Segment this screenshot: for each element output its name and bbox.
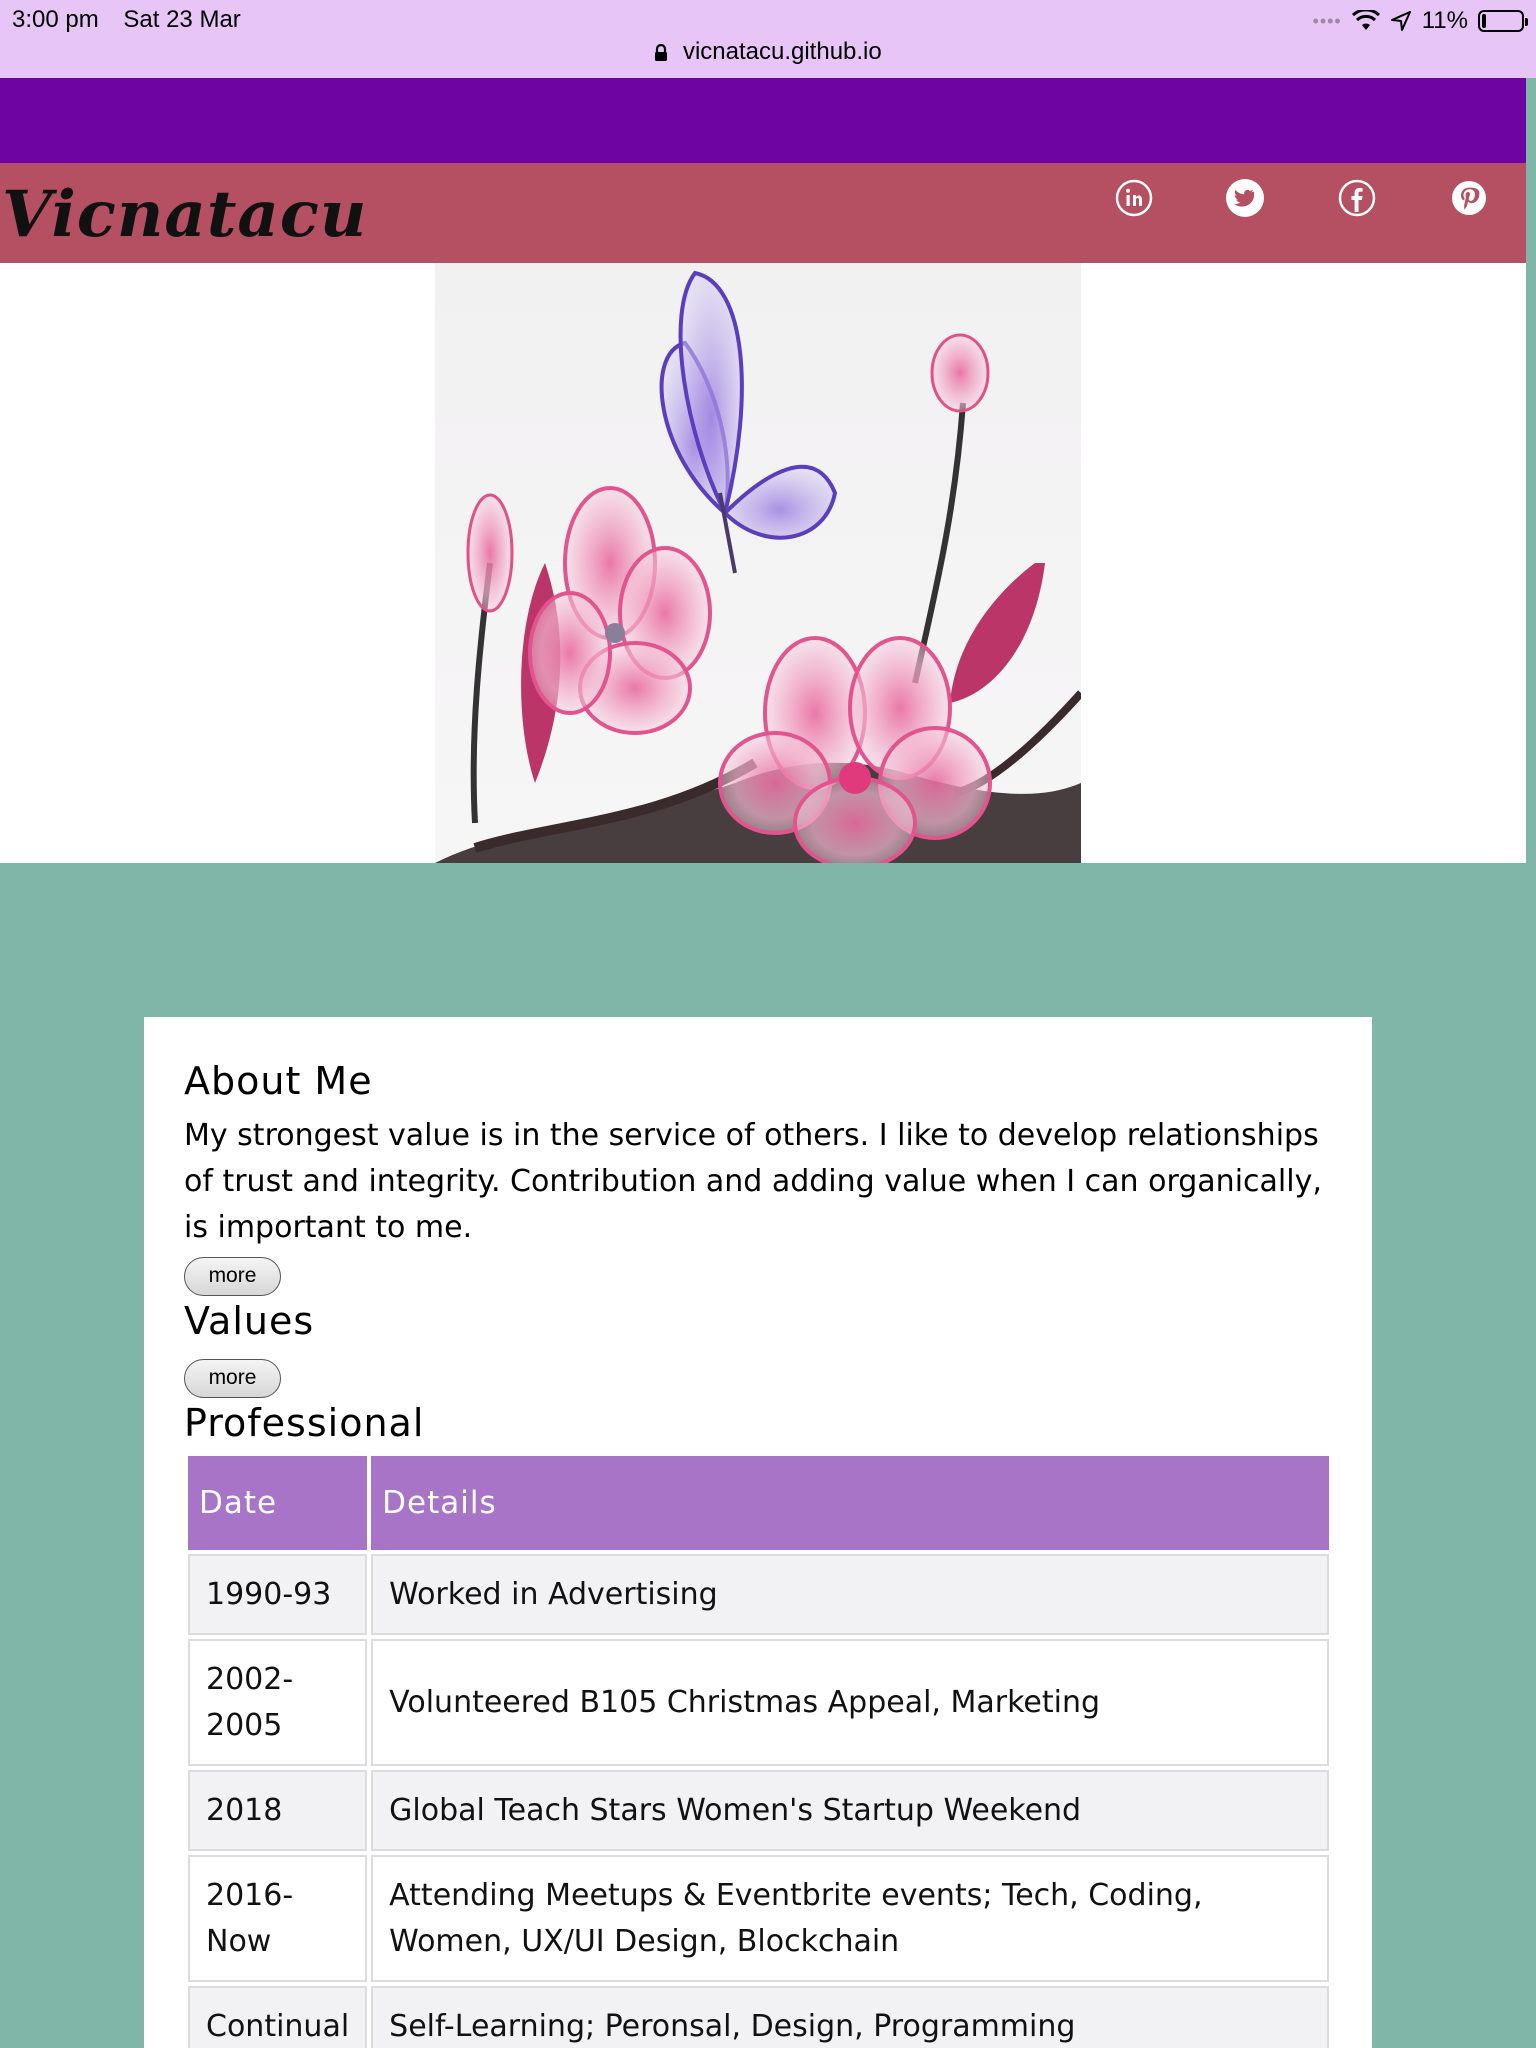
column-header-date: Date [188,1456,368,1550]
professional-table-wrap: Date Details 1990-93 Worked in Advertisi… [188,1456,1329,2048]
row-details: Worked in Advertising [371,1554,1329,1635]
about-heading: About Me [184,1059,373,1103]
right-edge-strip [1526,78,1536,2048]
hero-section [0,263,1526,863]
row-details: Volunteered B105 Christmas Appeal, Marke… [371,1639,1329,1766]
battery-percent: 11% [1421,7,1468,34]
content-card: About Me My strongest value is in the se… [144,1017,1372,2048]
wifi-icon [1351,10,1380,30]
table-row: 1990-93 Worked in Advertising [188,1554,1329,1635]
status-time-date: 3:00 pm Sat 23 Mar [12,6,259,34]
status-date: Sat 23 Mar [123,6,241,33]
top-purple-band [0,78,1526,163]
status-indicators: •••• 11% [1312,6,1528,36]
battery-icon [1478,10,1528,32]
table-row: 2002-2005 Volunteered B105 Christmas App… [188,1639,1329,1766]
professional-table: Date Details 1990-93 Worked in Advertisi… [184,1452,1333,2048]
table-header-row: Date Details [188,1456,1329,1550]
battery-level [1482,14,1487,28]
row-date: Continual [188,1986,368,2048]
about-more-button[interactable]: more [184,1257,281,1296]
professional-heading: Professional [184,1401,425,1445]
status-time: 3:00 pm [12,6,99,33]
row-date: 2016-Now [188,1855,368,1982]
site-logo[interactable]: Vicnatacu [2,177,367,252]
url-text: vicnatacu.github.io [682,38,882,65]
url-bar[interactable]: vicnatacu.github.io [0,38,1536,72]
column-header-details: Details [371,1456,1329,1550]
row-details: Global Teach Stars Women's Startup Weeke… [371,1770,1329,1851]
pinterest-icon[interactable] [1449,178,1489,218]
values-heading: Values [184,1299,315,1343]
row-details: Attending Meetups & Eventbrite events; T… [371,1855,1329,1982]
table-row: 2018 Global Teach Stars Women's Startup … [188,1770,1329,1851]
row-details: Self-Learning; Peronsal, Design, Program… [371,1986,1329,2048]
table-row: Continual Self-Learning; Peronsal, Desig… [188,1986,1329,2048]
row-date: 1990-93 [188,1554,368,1635]
status-bar: 3:00 pm Sat 23 Mar •••• 11% vicnatacu.gi… [0,0,1536,78]
signal-dots-icon: •••• [1312,10,1342,31]
linkedin-icon[interactable] [1114,178,1154,218]
table-row: 2016-Now Attending Meetups & Eventbrite … [188,1855,1329,1982]
brand-bar: Vicnatacu [0,163,1526,263]
butterfly-flowers-illustration [435,263,1081,863]
twitter-icon[interactable] [1225,178,1265,218]
lock-icon [655,43,668,61]
facebook-icon[interactable] [1337,178,1377,218]
location-arrow-icon [1390,11,1411,31]
about-text: My strongest value is in the service of … [184,1118,1322,1245]
values-more-button[interactable]: more [184,1359,281,1398]
row-date: 2002-2005 [188,1639,368,1766]
row-date: 2018 [188,1770,368,1851]
